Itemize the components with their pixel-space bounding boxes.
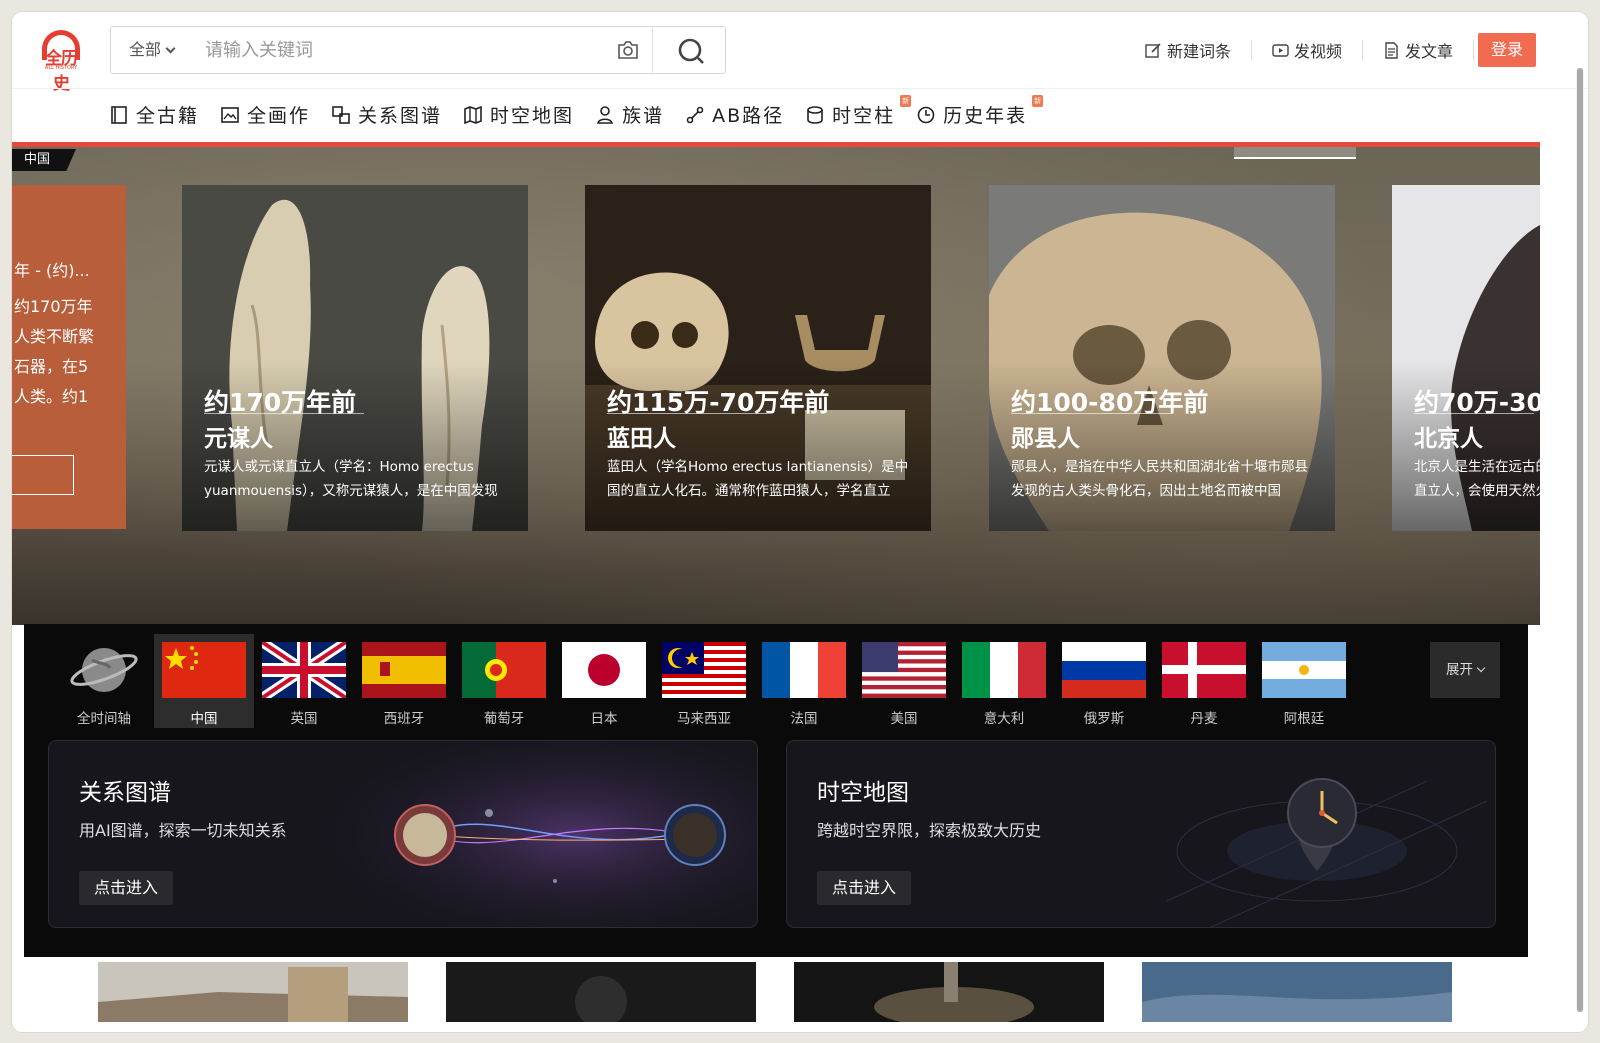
country-label: 中国 [190,711,218,727]
person-icon [597,105,614,124]
book-icon [111,105,127,124]
hero-carousel: 中国 年 - (约)... 约170万年 人类不断繁 石器，在5 人类。约1 约… [12,147,1540,625]
path-icon [686,106,704,123]
flag-ar-icon [1262,642,1346,698]
header: 全历史 ALL HISTORY 全部 新建词条 [12,12,1588,94]
flag-cn-icon [162,642,246,698]
country-label: 英国 [290,711,318,727]
detail-button[interactable] [12,455,74,495]
nav-spacetime-column[interactable]: 时空柱 新 [806,95,912,128]
main-nav: 全古籍 全画作 关系图谱 时空地图 族谱 AB路径 时空柱 新 历史年表 新 [12,88,1588,144]
post-video-button[interactable]: 发视频 [1252,40,1363,61]
country-pt[interactable]: 葡萄牙 [454,634,554,728]
country-label: 丹麦 [1190,711,1218,727]
search-icon[interactable] [677,37,705,65]
clock-icon [917,106,935,123]
hero-card[interactable]: 约170万年前 元谋人 元谋人或元谋直立人（学名：Homo erectus yu… [182,185,528,531]
nav-genealogy[interactable]: 族谱 [596,101,664,128]
flag-es-icon [362,642,446,698]
country-label: 日本 [590,711,618,727]
new-badge: 新 [900,95,912,107]
nav-history-timeline[interactable]: 历史年表 新 [917,95,1044,128]
country-ar[interactable]: 阿根廷 [1254,634,1354,728]
hero-card[interactable]: 约100-80万年前 郧县人 郧县人，是指在中华人民共和国湖北省十堰市郧县发现的… [989,185,1335,531]
camera-icon[interactable] [617,41,639,59]
country-jp[interactable]: 日本 [554,634,654,728]
spacetime-map-feature[interactable]: 时空地图 跨越时空界限，探索极致大历史 点击进入 [786,740,1496,928]
article-thumbnail[interactable] [446,962,756,1022]
country-label: 葡萄牙 [483,711,525,727]
new-entry-button[interactable]: 新建词条 [1125,40,1252,61]
document-icon [1385,41,1398,59]
country-ru[interactable]: 俄罗斯 [1054,634,1154,728]
hero-card[interactable]: 约70万-30万 北京人 北京人是生活在远古的直立人，会使用天然火 [1392,185,1540,531]
country-label: 马来西亚 [677,711,731,727]
article-thumbnail[interactable] [1142,962,1452,1022]
country-es[interactable]: 西班牙 [354,634,454,728]
country-label: 阿根廷 [1283,711,1325,727]
nav-paintings[interactable]: 全画作 [221,101,310,128]
video-icon [1272,43,1289,57]
post-article-button[interactable]: 发文章 [1363,40,1474,61]
enter-button[interactable]: 点击进入 [79,871,173,905]
country-label: 俄罗斯 [1083,711,1125,727]
country-label: 法国 [790,711,818,727]
enter-button[interactable]: 点击进入 [817,871,911,905]
article-thumbnail[interactable] [794,962,1104,1022]
nav-relation-graph[interactable]: 关系图谱 [332,101,442,128]
globe-icon [62,642,146,698]
explore-section: 全时间轴 中国 英国 西班牙 葡萄牙 日本 马来西亚 法国 美国 意大利 俄罗斯 丹麦 阿根廷 展开 [24,624,1528,957]
relation-graph-feature[interactable]: 关系图谱 用AI图谱，探索一切未知关系 点击进入 [48,740,758,928]
flag-jp-icon [562,642,646,698]
country-globe[interactable]: 全时间轴 [54,634,154,728]
header-actions: 新建词条 发视频 发文章 登录 [1125,32,1536,68]
country-selector: 全时间轴 中国 英国 西班牙 葡萄牙 日本 马来西亚 法国 美国 意大利 俄罗斯 丹麦 阿根廷 [54,634,1354,728]
flag-fr-icon [762,642,846,698]
featured-period-card[interactable]: 年 - (约)... 约170万年 人类不断繁 石器，在5 人类。约1 [12,185,126,529]
flag-it-icon [962,642,1046,698]
search-box: 全部 [110,26,726,74]
country-my[interactable]: 马来西亚 [654,634,754,728]
search-scope-dropdown[interactable]: 全部 [129,27,176,73]
graph-icon [332,105,350,124]
article-thumbnails [98,962,1490,1022]
country-us[interactable]: 美国 [854,634,954,728]
region-tag: 中国 [12,149,76,171]
browser-window: 全历史 ALL HISTORY 全部 新建词条 [12,12,1588,1032]
flag-my-icon [662,642,746,698]
country-dk[interactable]: 丹麦 [1154,634,1254,728]
country-it[interactable]: 意大利 [954,634,1054,728]
country-label: 意大利 [983,711,1025,727]
nav-spacetime-map[interactable]: 时空地图 [464,101,574,128]
painting-icon [221,106,239,123]
flag-us-icon [862,642,946,698]
hero-card[interactable]: 约115万-70万年前 蓝田人 蓝田人（学名Homo erectus lanti… [585,185,931,531]
search-input[interactable] [205,35,585,65]
map-icon [464,105,482,124]
site-logo[interactable]: 全历史 ALL HISTORY [38,30,84,94]
country-label: 美国 [890,711,918,727]
chevron-down-icon [1476,663,1486,673]
flag-gb-icon [262,642,346,698]
expand-button[interactable]: 展开 [1430,642,1500,698]
country-gb[interactable]: 英国 [254,634,354,728]
country-label: 全时间轴 [77,711,131,727]
login-button[interactable]: 登录 [1478,33,1536,67]
article-thumbnail[interactable] [98,962,408,1022]
nav-ab-path[interactable]: AB路径 [686,101,784,128]
flag-pt-icon [462,642,546,698]
scrollbar-thumb[interactable] [1577,68,1583,1012]
country-cn[interactable]: 中国 [154,634,254,728]
edit-icon [1145,42,1161,58]
nav-ancient-books[interactable]: 全古籍 [110,101,199,128]
flag-dk-icon [1162,642,1246,698]
page-scrollbar[interactable] [1576,68,1584,1012]
country-fr[interactable]: 法国 [754,634,854,728]
country-label: 西班牙 [383,711,425,727]
new-badge: 新 [1032,95,1044,107]
flag-ru-icon [1062,642,1146,698]
cylinder-icon [807,105,823,124]
chevron-down-icon [165,43,176,54]
